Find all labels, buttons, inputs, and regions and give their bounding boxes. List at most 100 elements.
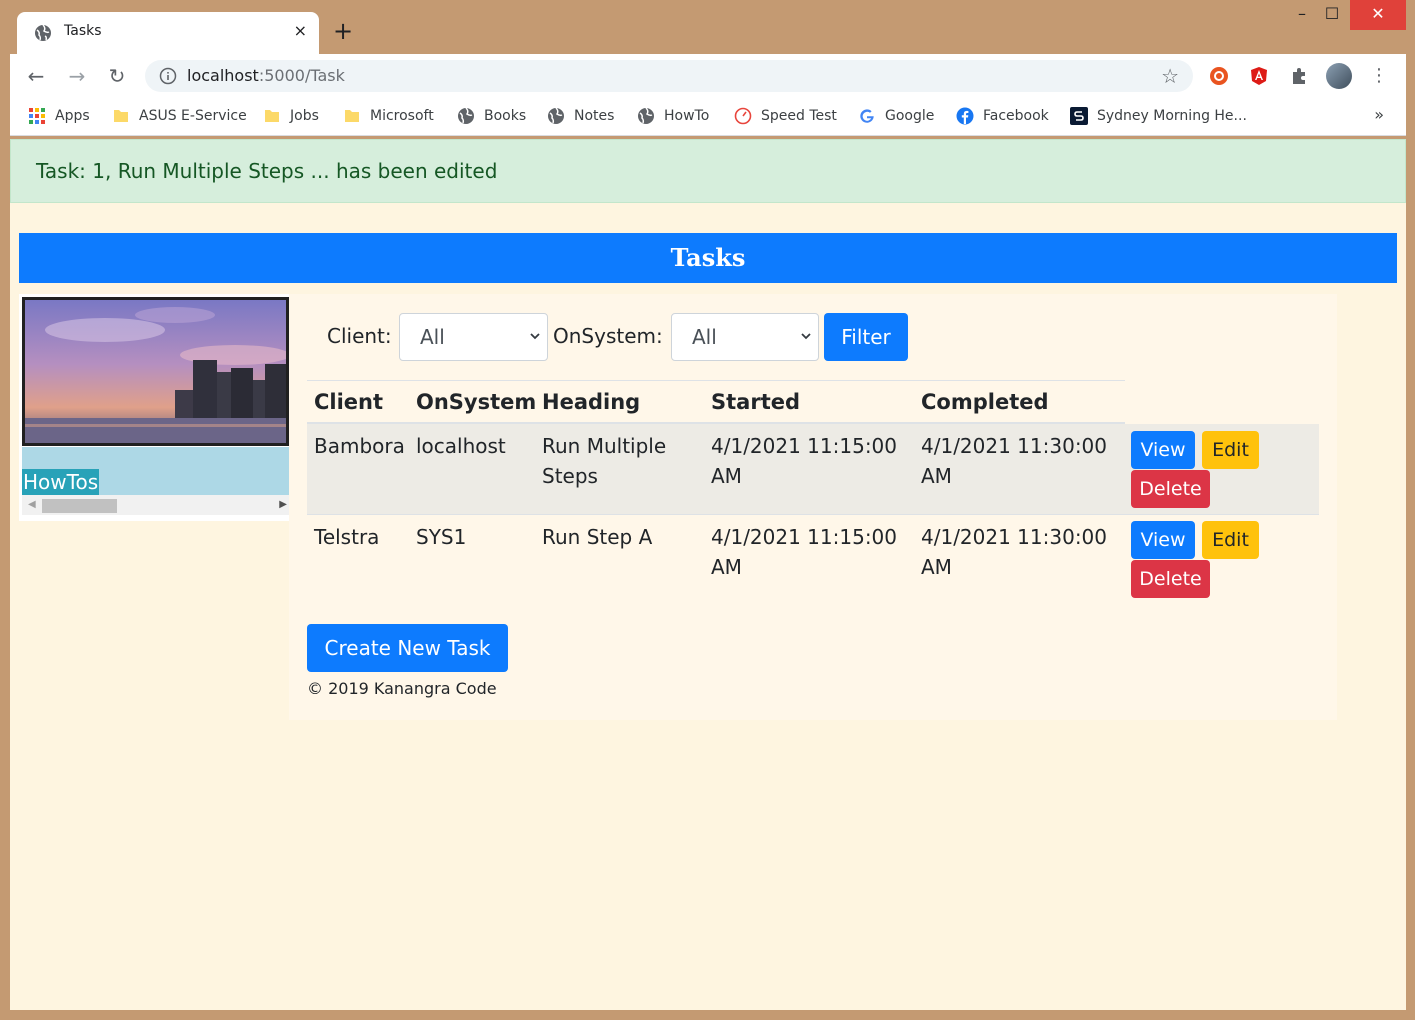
cell-started-cont: AM	[711, 464, 742, 488]
column-header-completed: Completed	[921, 390, 1049, 414]
cell-heading: Run Step A	[542, 525, 653, 549]
filter-button[interactable]: Filter	[824, 313, 908, 361]
create-new-task-button[interactable]: Create New Task	[307, 624, 508, 672]
folder-icon	[114, 110, 128, 122]
bookmark-microsoft[interactable]: Microsoft	[343, 107, 434, 125]
google-icon	[860, 109, 874, 123]
chevron-down-icon	[530, 333, 540, 340]
view-button[interactable]: View	[1131, 521, 1195, 559]
back-arrow-icon[interactable]: ←	[23, 63, 49, 89]
smh-icon	[1070, 107, 1088, 125]
cell-completed: 4/1/2021 11:30:00	[921, 525, 1108, 549]
cell-client: Telstra	[314, 525, 380, 549]
close-window-button[interactable]: ✕	[1350, 0, 1406, 30]
client-filter-label: Client:	[327, 324, 392, 348]
chevron-down-icon	[801, 333, 811, 340]
client-select[interactable]: All	[399, 313, 548, 361]
sidebar-link-area: HowTos	[22, 447, 289, 495]
column-header-started: Started	[711, 390, 801, 414]
globe-icon	[458, 107, 474, 124]
column-header-client: Client	[314, 390, 384, 414]
maximize-button[interactable]: ☐	[1310, 0, 1354, 30]
bookmark-facebook[interactable]: Facebook	[956, 107, 1049, 125]
folder-icon	[265, 110, 279, 122]
bookmarks-overflow-icon[interactable]: »	[1374, 105, 1384, 124]
bookmark-asus[interactable]: ASUS E-Service	[112, 107, 247, 125]
bookmark-speedtest[interactable]: Speed Test	[734, 107, 837, 125]
bookmark-label: Apps	[55, 108, 90, 124]
bookmark-notes[interactable]: Notes	[547, 107, 614, 125]
cell-client: Bambora	[314, 434, 405, 458]
bookmark-label: Google	[885, 108, 935, 124]
horizontal-scrollbar[interactable]: ◀ ▶	[22, 495, 289, 515]
info-icon[interactable]	[159, 67, 177, 85]
success-alert: Task: 1, Run Multiple Steps ... has been…	[10, 139, 1406, 203]
delete-button[interactable]: Delete	[1131, 470, 1210, 508]
title-bar: Tasks × + – ☐ ✕	[0, 0, 1415, 54]
tab-title: Tasks	[64, 23, 102, 39]
cell-started-cont: AM	[711, 555, 742, 579]
browser-toolbar: ← → ↻ localhost:5000/Task ☆ ⋮	[10, 54, 1406, 98]
cell-completed-cont: AM	[921, 464, 952, 488]
delete-button[interactable]: Delete	[1131, 560, 1210, 598]
speedometer-icon	[734, 107, 752, 125]
scrollbar-thumb[interactable]	[42, 499, 117, 513]
bookmark-label: HowTo	[664, 108, 710, 124]
bookmark-google[interactable]: Google	[858, 107, 934, 125]
bookmark-label: Facebook	[983, 108, 1049, 124]
bookmark-howto[interactable]: HowTo	[637, 107, 709, 125]
angular-extension-icon[interactable]	[1249, 66, 1269, 86]
page-content: Task: 1, Run Multiple Steps ... has been…	[10, 139, 1406, 1010]
bookmark-label: ASUS E-Service	[139, 108, 247, 124]
onsystem-filter-label: OnSystem:	[553, 324, 663, 348]
table-row: Bambora localhost Run Multiple Steps 4/1…	[307, 424, 1319, 514]
address-bar[interactable]: localhost:5000/Task ☆	[145, 60, 1193, 92]
folder-icon	[345, 110, 359, 122]
bookmark-jobs[interactable]: Jobs	[263, 107, 319, 125]
scroll-right-icon[interactable]: ▶	[279, 499, 287, 510]
menu-kebab-icon[interactable]: ⋮	[1366, 63, 1392, 89]
table-top-border	[307, 380, 1125, 381]
profile-avatar[interactable]	[1326, 63, 1352, 89]
url-text[interactable]: localhost:5000/Task	[187, 66, 345, 85]
bookmark-apps[interactable]: Apps	[28, 107, 90, 125]
edit-button[interactable]: Edit	[1202, 431, 1259, 469]
column-header-onsystem: OnSystem	[416, 390, 537, 414]
cell-onsystem: SYS1	[416, 525, 467, 549]
forward-arrow-icon[interactable]: →	[64, 63, 90, 89]
bookmarks-bar: Apps ASUS E-Service Jobs Microsoft Books…	[10, 98, 1406, 136]
bookmark-label: Sydney Morning He...	[1097, 108, 1247, 124]
apps-grid-icon	[29, 108, 45, 124]
main-panel: Client: All OnSystem: All Filter Client …	[289, 294, 1337, 720]
bookmark-label: Speed Test	[761, 108, 837, 124]
sidebar: HowTos ◀ ▶	[19, 294, 291, 521]
howtos-link[interactable]: HowTos	[22, 469, 100, 495]
reload-icon[interactable]: ↻	[104, 63, 130, 89]
bookmark-label: Microsoft	[370, 108, 434, 124]
bookmark-label: Jobs	[290, 108, 319, 124]
bookmark-books[interactable]: Books	[457, 107, 526, 125]
tab-close-icon[interactable]: ×	[294, 21, 307, 41]
new-tab-button[interactable]: +	[333, 18, 353, 44]
globe-icon	[638, 107, 654, 124]
edit-button[interactable]: Edit	[1202, 521, 1259, 559]
ubuntu-extension-icon[interactable]	[1209, 66, 1229, 86]
bookmark-star-icon[interactable]: ☆	[1161, 64, 1179, 88]
column-header-heading: Heading	[542, 390, 641, 414]
bookmark-smh[interactable]: Sydney Morning He...	[1070, 107, 1247, 125]
globe-icon	[35, 24, 51, 41]
cell-onsystem: localhost	[416, 434, 506, 458]
cell-heading-cont: Steps	[542, 464, 598, 488]
view-button[interactable]: View	[1131, 431, 1195, 469]
browser-tab[interactable]: Tasks ×	[17, 12, 319, 54]
client-select-value: All	[420, 325, 445, 349]
page-title: Tasks	[19, 233, 1397, 283]
onsystem-select[interactable]: All	[671, 313, 819, 361]
footer-copyright: © 2019 Kanangra Code	[307, 679, 497, 698]
extensions-puzzle-icon[interactable]	[1289, 66, 1309, 86]
scroll-left-icon[interactable]: ◀	[28, 499, 36, 510]
cell-heading: Run Multiple	[542, 434, 667, 458]
facebook-icon	[956, 107, 974, 125]
bookmark-label: Books	[484, 108, 527, 124]
cell-completed-cont: AM	[921, 555, 952, 579]
